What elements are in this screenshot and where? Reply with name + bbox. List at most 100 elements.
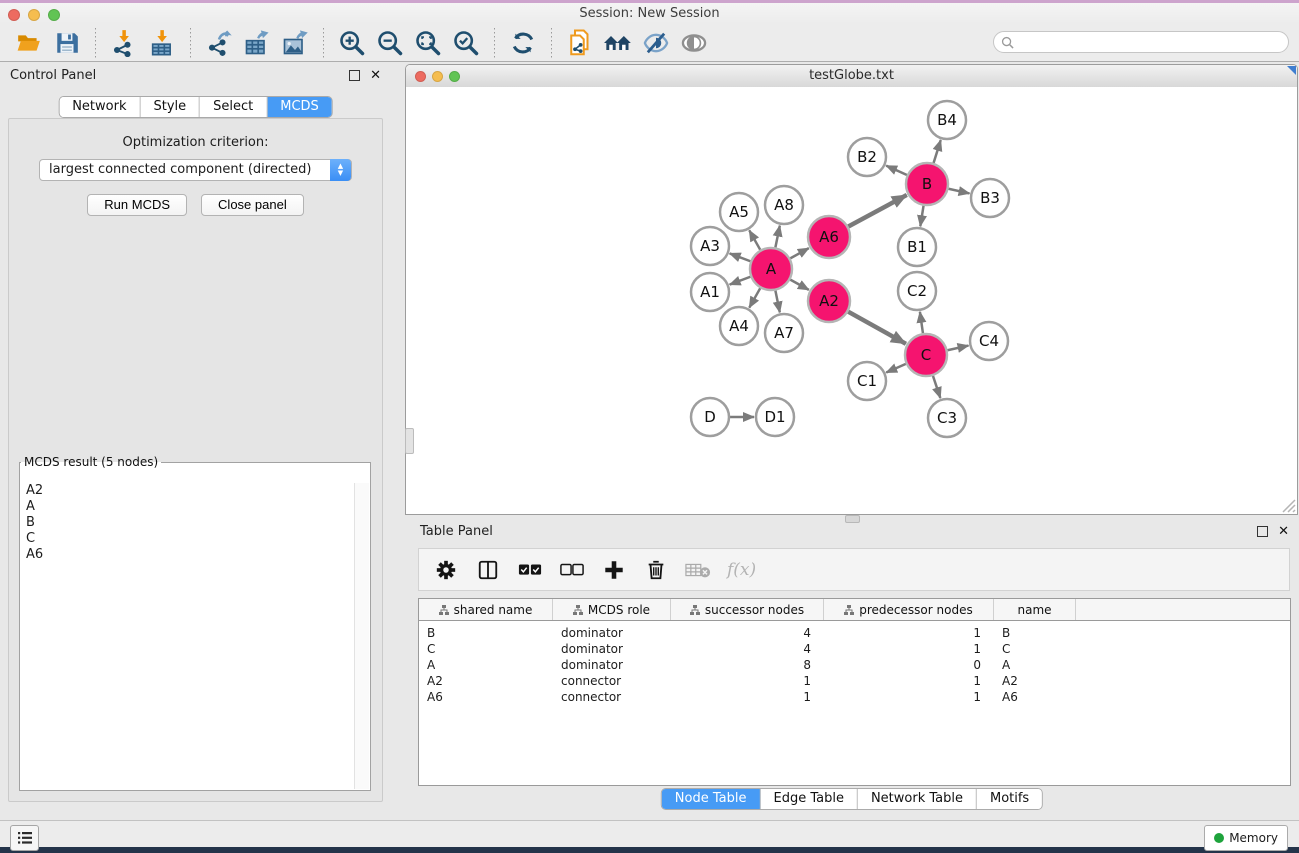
float-table-panel-icon[interactable] — [1257, 526, 1268, 537]
edge-A-A6[interactable] — [790, 248, 809, 258]
node-C2[interactable]: C2 — [898, 272, 936, 310]
node-A6[interactable]: A6 — [808, 216, 850, 258]
result-item[interactable]: B — [21, 515, 355, 531]
node-A2[interactable]: A2 — [808, 280, 850, 322]
table-row[interactable]: Adominator80A — [419, 657, 1290, 673]
hide-details-button[interactable] — [637, 27, 675, 59]
node-A3[interactable]: A3 — [691, 227, 729, 265]
node-D1[interactable]: D1 — [756, 398, 794, 436]
select-all-columns-button[interactable] — [517, 557, 543, 583]
delete-table-button[interactable] — [685, 557, 711, 583]
divider-grip-icon[interactable] — [405, 428, 414, 454]
node-C4[interactable]: C4 — [970, 322, 1008, 360]
node-A7[interactable]: A7 — [765, 314, 803, 352]
column-view-button[interactable] — [475, 557, 501, 583]
close-panel-button[interactable]: Close panel — [201, 194, 304, 216]
result-item[interactable]: A2 — [21, 483, 355, 499]
save-session-button[interactable] — [48, 27, 86, 59]
edge-A6-B[interactable] — [848, 195, 906, 227]
node-D[interactable]: D — [691, 398, 729, 436]
tab-network-table[interactable]: Network Table — [858, 789, 977, 809]
node-A8[interactable]: A8 — [765, 186, 803, 224]
column-header-shared-name[interactable]: shared name — [419, 599, 553, 620]
edge-A-A4[interactable] — [749, 288, 760, 308]
edge-B-B3[interactable] — [948, 189, 969, 194]
duplicate-network-button[interactable] — [561, 27, 599, 59]
home-button[interactable] — [599, 27, 637, 59]
table-row[interactable]: Cdominator41C — [419, 641, 1290, 657]
tab-mcds[interactable]: MCDS — [267, 97, 332, 117]
network-canvas[interactable]: B4B2BB3A8A5A6A3B1AA1C2A2A4A7C4CC1C3DD1 — [406, 87, 1297, 514]
export-network-button[interactable] — [200, 27, 238, 59]
import-network-button[interactable] — [105, 27, 143, 59]
table-row[interactable]: A2connector11A2 — [419, 673, 1290, 689]
optimization-dropdown[interactable]: largest connected component (directed) ▲… — [39, 159, 352, 181]
edge-A-A7[interactable] — [775, 291, 779, 313]
result-item[interactable]: A6 — [21, 547, 355, 563]
node-C[interactable]: C — [905, 334, 947, 376]
export-table-button[interactable] — [238, 27, 276, 59]
edge-B-B4[interactable] — [934, 140, 941, 163]
node-B2[interactable]: B2 — [848, 138, 886, 176]
float-panel-icon[interactable] — [349, 70, 360, 81]
node-A[interactable]: A — [750, 248, 792, 290]
zoom-fit-button[interactable] — [409, 27, 447, 59]
edge-A-A1[interactable] — [730, 277, 751, 285]
zoom-out-button[interactable] — [371, 27, 409, 59]
close-window-button[interactable] — [8, 9, 20, 21]
delete-column-button[interactable] — [643, 557, 669, 583]
search-input[interactable] — [1018, 32, 1288, 52]
import-table-button[interactable] — [143, 27, 181, 59]
zoom-window-button[interactable] — [48, 9, 60, 21]
table-row[interactable]: Bdominator41B — [419, 625, 1290, 641]
node-A4[interactable]: A4 — [720, 307, 758, 345]
column-header-MCDS-role[interactable]: MCDS role — [553, 599, 671, 620]
edge-C-C2[interactable] — [920, 312, 923, 333]
table-settings-button[interactable] — [433, 557, 459, 583]
task-history-button[interactable] — [10, 825, 39, 851]
tab-motifs[interactable]: Motifs — [977, 789, 1042, 809]
tab-network[interactable]: Network — [59, 97, 140, 117]
window-menu-icon[interactable] — [1287, 66, 1296, 75]
edge-A-A8[interactable] — [775, 226, 779, 248]
deselect-all-columns-button[interactable] — [559, 557, 585, 583]
edge-C-C3[interactable] — [933, 376, 940, 398]
result-item[interactable]: C — [21, 531, 355, 547]
edge-B-B1[interactable] — [920, 206, 923, 227]
export-image-button[interactable] — [276, 27, 314, 59]
close-table-panel-icon[interactable]: ✕ — [1278, 524, 1289, 539]
result-scrollbar[interactable] — [354, 483, 369, 789]
network-graph[interactable]: B4B2BB3A8A5A6A3B1AA1C2A2A4A7C4CC1C3DD1 — [406, 87, 1297, 514]
table-row[interactable]: A6connector11A6 — [419, 689, 1290, 705]
memory-button[interactable]: Memory — [1204, 825, 1288, 851]
zoom-in-button[interactable] — [333, 27, 371, 59]
tab-edge-table[interactable]: Edge Table — [760, 789, 857, 809]
edge-B-B2[interactable] — [886, 166, 907, 175]
node-B[interactable]: B — [906, 163, 948, 205]
column-header-name[interactable]: name — [994, 599, 1076, 620]
node-A5[interactable]: A5 — [720, 193, 758, 231]
node-B4[interactable]: B4 — [928, 101, 966, 139]
open-session-button[interactable] — [10, 27, 48, 59]
run-mcds-button[interactable]: Run MCDS — [87, 194, 187, 216]
column-header-successor-nodes[interactable]: successor nodes — [671, 599, 824, 620]
edge-A-A5[interactable] — [749, 230, 760, 250]
resize-grip-icon[interactable] — [1278, 495, 1296, 513]
edge-A-A2[interactable] — [790, 280, 809, 290]
node-A1[interactable]: A1 — [691, 273, 729, 311]
node-B3[interactable]: B3 — [971, 179, 1009, 217]
zoom-selected-button[interactable] — [447, 27, 485, 59]
refresh-button[interactable] — [504, 27, 542, 59]
function-builder-button[interactable]: f(x) — [727, 557, 756, 583]
edge-C-C1[interactable] — [886, 364, 906, 373]
edge-C-C4[interactable] — [947, 346, 968, 351]
result-item[interactable]: A — [21, 499, 355, 515]
add-column-button[interactable] — [601, 557, 627, 583]
node-C3[interactable]: C3 — [928, 399, 966, 437]
minimize-window-button[interactable] — [28, 9, 40, 21]
edge-A2-C[interactable] — [848, 312, 906, 344]
column-header-predecessor-nodes[interactable]: predecessor nodes — [824, 599, 994, 620]
tab-node-table[interactable]: Node Table — [662, 789, 761, 809]
node-C1[interactable]: C1 — [848, 362, 886, 400]
edge-A-A3[interactable] — [730, 253, 751, 261]
